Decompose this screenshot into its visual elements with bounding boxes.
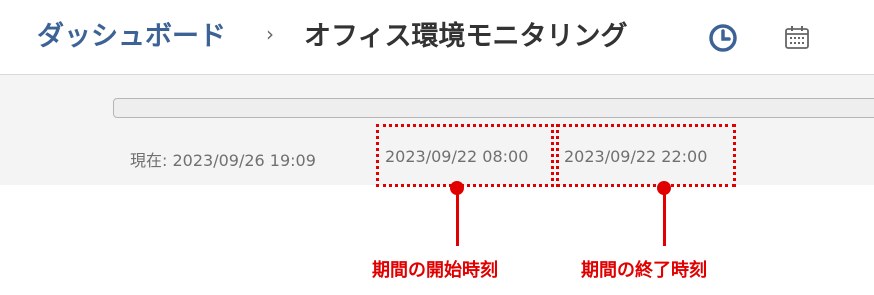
clock-icon — [709, 24, 737, 52]
end-callout-line — [663, 190, 666, 246]
calendar-icon — [785, 26, 809, 49]
calendar-button[interactable] — [782, 22, 814, 54]
header-bar: ダッシュボード › オフィス環境モニタリング — [0, 0, 874, 75]
clock-button[interactable] — [707, 22, 739, 54]
time-range-slider[interactable] — [113, 98, 874, 118]
breadcrumb-separator: › — [266, 22, 274, 46]
end-time-highlight — [556, 124, 736, 187]
start-time-highlight — [376, 124, 554, 187]
start-callout-line — [456, 190, 459, 246]
start-time-annotation: 期間の開始時刻 — [372, 260, 498, 281]
breadcrumb-dashboard-link[interactable]: ダッシュボード — [37, 14, 226, 53]
current-time-label: 現在: 2023/09/26 19:09 — [130, 151, 316, 170]
page-title: オフィス環境モニタリング — [304, 21, 628, 52]
end-time-annotation: 期間の終了時刻 — [581, 260, 707, 281]
